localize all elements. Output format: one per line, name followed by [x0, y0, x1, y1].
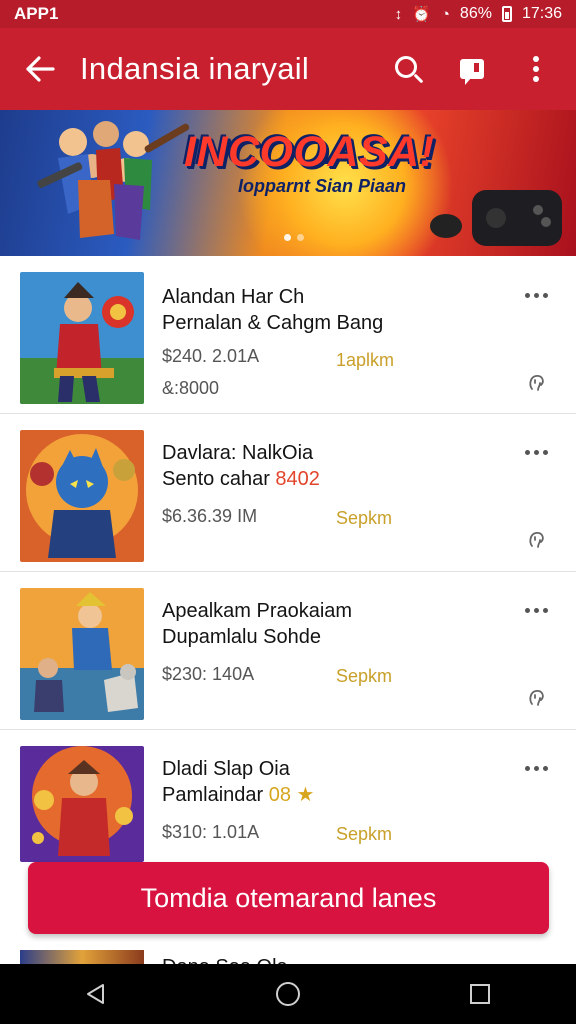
touch-icon — [529, 375, 544, 391]
circle-home-icon — [276, 982, 300, 1006]
item-thumbnail — [20, 272, 144, 404]
status-time: 17:36 — [521, 5, 562, 22]
square-recents-icon — [470, 984, 490, 1004]
search-button[interactable] — [376, 28, 440, 110]
banner-title: INCOOASA! — [184, 128, 435, 176]
banner-gamepad-illustration — [430, 190, 562, 246]
item-tag: Sepkm — [336, 508, 393, 528]
item-action-button[interactable] — [522, 682, 552, 712]
battery-icon — [501, 6, 512, 22]
item-meta: &:8000 — [162, 378, 220, 398]
item-title-line2: Pernalan & Cahgm Bang — [162, 312, 384, 334]
item-action-button[interactable] — [522, 524, 552, 554]
item-tag: Sepkm — [336, 666, 393, 686]
list-item[interactable]: Alandan Har Ch Pernalan & Cahgm Bang $24… — [0, 256, 576, 414]
status-icons: ↕ ⏰ ◔ 86% 17:36 — [395, 5, 562, 23]
item-thumbnail — [20, 950, 144, 964]
arrow-left-icon — [26, 56, 55, 82]
primary-cta-button[interactable]: Tomdia otemarand lanes — [28, 862, 549, 934]
item-tag: Sepkm — [336, 824, 393, 844]
item-thumbnail — [20, 588, 144, 720]
chat-button[interactable] — [440, 28, 504, 110]
item-title-line1: Dladi Slap Oia — [162, 758, 290, 780]
more-vert-icon — [533, 56, 539, 82]
item-tag: 1aplkm — [336, 350, 395, 370]
item-title-line2: Dupamlalu Sohde — [162, 626, 321, 648]
item-more-button[interactable] — [520, 756, 552, 780]
wifi-icon: ◔ — [440, 5, 450, 23]
system-nav-bar — [0, 964, 576, 1024]
banner-dot-active[interactable] — [284, 234, 291, 241]
touch-icon — [529, 690, 544, 706]
item-title-line1: Dana Saa Ola — [162, 956, 288, 964]
item-title-line2: Pamlaindar 08 ★ — [162, 784, 315, 806]
list-item[interactable]: Apealkam Praokaiam Dupamlalu Sohde $230:… — [0, 572, 576, 730]
item-action-button[interactable] — [522, 367, 552, 397]
banner-dot[interactable] — [297, 234, 304, 241]
list-item[interactable]: Davlara: NalkOia Sento cahar 8402 $6.36.… — [0, 414, 576, 572]
triangle-back-icon — [87, 984, 104, 1004]
item-title-line1: Davlara: NalkOia — [162, 442, 314, 464]
status-app-label: APP1 — [14, 4, 59, 23]
nav-home-button[interactable] — [248, 964, 328, 1024]
banner-heroes-illustration — [37, 121, 190, 240]
star-icon: ★ — [296, 784, 315, 806]
app-title: Indansia inaryail — [80, 51, 310, 86]
item-more-button[interactable] — [520, 440, 552, 464]
app-bar: Indansia inaryail — [0, 28, 576, 110]
item-price: $240. 2.01A — [162, 346, 260, 366]
item-price: $310: 1.01A — [162, 822, 260, 842]
item-thumbnail — [20, 430, 144, 562]
chat-icon — [460, 59, 484, 85]
touch-icon — [529, 532, 544, 548]
vibrate-icon: ↕ — [394, 5, 403, 23]
item-thumbnail — [20, 746, 144, 862]
nav-recents-button[interactable] — [440, 964, 520, 1024]
alarm-icon: ⏰ — [412, 6, 431, 23]
battery-percent: 86% — [459, 5, 492, 22]
item-title-line1: Apealkam Praokaiam — [162, 600, 353, 622]
item-price: $6.36.39 IM — [162, 506, 258, 526]
item-more-button[interactable] — [520, 598, 552, 622]
status-bar: APP1 ↕ ⏰ ◔ 86% 17:36 — [0, 0, 576, 28]
back-button[interactable] — [0, 28, 80, 110]
app-bar-actions — [376, 28, 568, 110]
nav-back-button[interactable] — [56, 964, 136, 1024]
banner-pagination — [284, 234, 304, 241]
list-item-partial[interactable]: Dana Saa Ola — [0, 948, 576, 964]
more-options-button[interactable] — [504, 28, 568, 110]
search-icon — [395, 56, 417, 78]
banner-subtitle: Iopparnt Sian Piaan — [238, 176, 407, 196]
item-price: $230: 140A — [162, 664, 255, 684]
item-title-line2: Sento cahar 8402 — [162, 468, 320, 490]
item-more-button[interactable] — [520, 283, 552, 307]
item-title-line1: Alandan Har Ch — [162, 286, 305, 308]
